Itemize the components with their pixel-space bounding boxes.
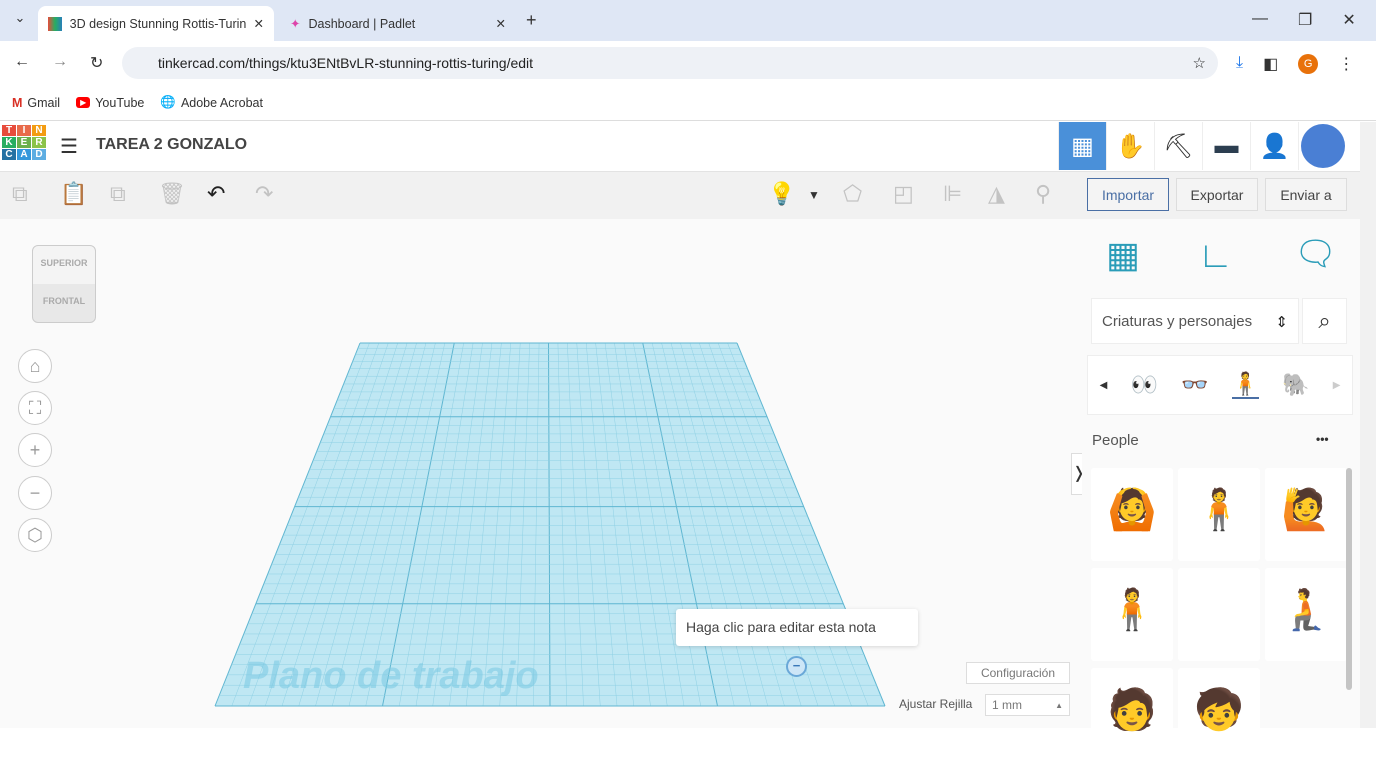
notes-tool-icon[interactable]: 🗨 [1294,234,1337,274]
shape-person-2[interactable]: 🧍 [1178,468,1260,561]
add-user-icon[interactable]: 👤 [1250,122,1298,170]
shape-person-3[interactable]: 🙋 [1265,468,1347,561]
ruler-tool-icon[interactable]: ∟ [1198,234,1233,276]
user-avatar[interactable] [1298,122,1346,170]
menu-icon[interactable]: ⋮ [1338,54,1354,74]
panel-scrollbar[interactable] [1346,468,1352,690]
sidebar-icon[interactable]: ◧ [1263,54,1278,74]
category-value: Criaturas y personajes [1102,313,1253,330]
workplane-label: Plano de trabajo [243,655,539,697]
shape-person-5[interactable] [1178,568,1260,661]
settings-button[interactable]: Configuración [966,662,1070,684]
page-scrollbar[interactable] [1360,122,1376,728]
send-to-button[interactable]: Enviar a [1265,178,1347,211]
glasses-category-icon[interactable]: 👓 [1181,372,1208,398]
carousel-next-icon[interactable]: ▶ [1333,380,1341,391]
bookmark-star-icon[interactable]: ☆ [1193,54,1206,72]
shape-person-8[interactable]: 🧒 [1178,668,1260,761]
snap-grid-select[interactable]: 1 mm ▲ [985,694,1070,716]
minecraft-pickaxe-icon[interactable]: ⛏ [1154,122,1202,170]
section-title: People [1092,432,1139,449]
note-pin-icon[interactable]: − [786,656,807,677]
more-options-icon[interactable]: ••• [1316,432,1329,446]
export-button[interactable]: Exportar [1176,178,1258,211]
note-tooltip[interactable]: Haga clic para editar esta nota [676,609,918,646]
elephant-category-icon[interactable]: 🐘 [1282,372,1309,398]
shape-person-1[interactable]: 🙆 [1091,468,1173,561]
sim-lab-icon[interactable]: ✋ [1106,122,1154,170]
profile-avatar[interactable]: G [1298,54,1319,74]
search-icon[interactable]: ⌕ [1302,298,1347,344]
category-select[interactable]: Criaturas y personajes ⇕ [1091,298,1299,344]
download-icon[interactable]: ⤓ [1236,54,1243,74]
carousel-prev-icon[interactable]: ◀ [1100,380,1108,391]
eyes-category-icon[interactable]: 👀 [1130,372,1157,398]
category-carousel: ◀ 👀 👓 🧍 🐘 ▶ [1087,355,1353,415]
shape-person-4[interactable]: 🧍 [1091,568,1173,661]
shape-grid: 🙆 🧍 🙋 🧍 🧎 🧑 🧒 [1091,468,1347,761]
close-window-icon[interactable]: ✕ [1342,10,1355,30]
people-category-icon[interactable]: 🧍 [1231,371,1259,399]
lego-brick-icon[interactable]: ▬ [1202,122,1250,170]
snap-grid-label: Ajustar Rejilla [899,697,973,711]
workplane-grid[interactable] [0,0,1082,728]
shape-person-6[interactable]: 🧎 [1265,568,1347,661]
snap-grid-value: 1 mm [992,698,1022,712]
workplane-tool-icon[interactable]: ▦ [1106,234,1140,276]
minimize-icon[interactable]: — [1252,10,1268,30]
restore-icon[interactable]: ❐ [1298,10,1312,30]
shape-person-7[interactable]: 🧑 [1091,668,1173,761]
import-button[interactable]: Importar [1087,178,1169,211]
